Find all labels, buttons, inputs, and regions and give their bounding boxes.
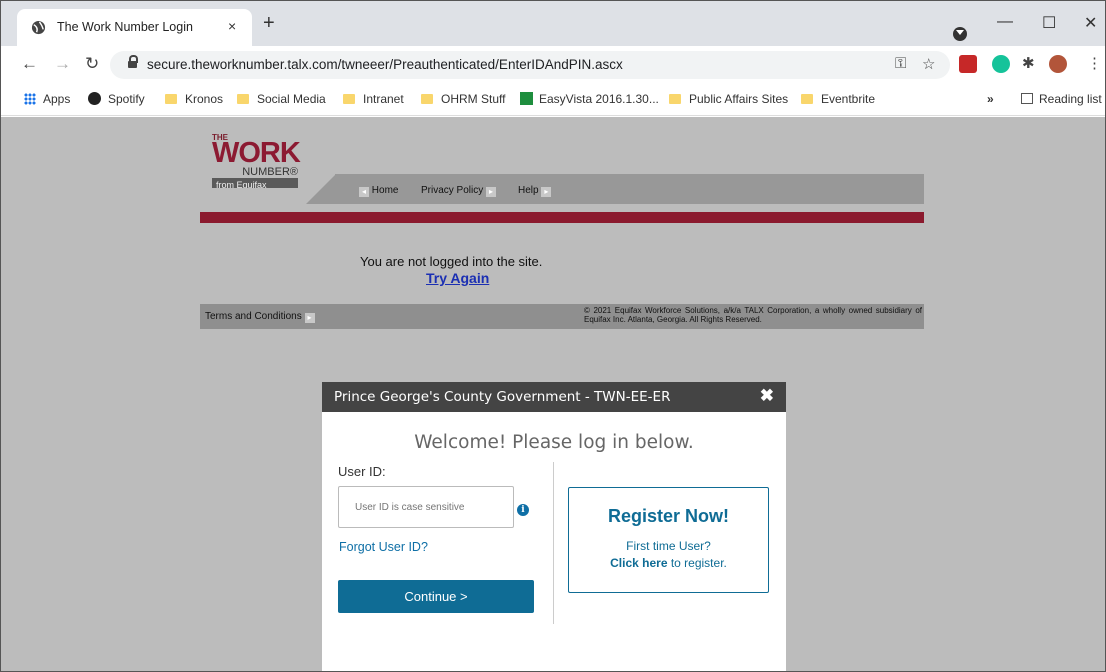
tab-strip: The Work Number Login × + — ☐ ✕	[1, 1, 1105, 46]
bookmark-apps[interactable]: Apps	[24, 92, 70, 106]
url-text: secure.theworknumber.talx.com/twneeer/Pr…	[147, 57, 623, 72]
nav-home[interactable]: ◂ Home	[359, 185, 398, 197]
not-logged-message: You are not logged into the site.	[360, 254, 543, 269]
pdf-extension-icon[interactable]	[959, 55, 977, 73]
arrow-right-icon: ▸	[304, 313, 315, 323]
bookmarks-overflow-icon[interactable]: »	[987, 92, 994, 106]
bookmark-easyvista[interactable]: EasyVista 2016.1.30...	[520, 92, 659, 106]
register-link-text: Click here to register.	[610, 556, 727, 570]
brand-divider	[200, 212, 924, 223]
kebab-menu-icon[interactable]: ⋮	[1087, 54, 1102, 72]
folder-icon	[421, 94, 433, 104]
first-time-text: First time User?	[626, 539, 711, 553]
bookmark-star-icon[interactable]: ☆	[922, 55, 935, 73]
nav-help[interactable]: Help ▸	[518, 185, 552, 197]
maximize-button[interactable]: ☐	[1042, 13, 1056, 33]
new-tab-button[interactable]: +	[263, 13, 275, 33]
modal-header: Prince George's County Government - TWN-…	[322, 382, 786, 412]
page-viewport: THE WORK NUMBER® from Equifax ◂ Home Pri…	[1, 117, 1105, 671]
avatar[interactable]	[1049, 55, 1067, 73]
apps-grid-icon	[24, 93, 36, 105]
continue-button[interactable]: Continue >	[338, 580, 534, 613]
spotify-icon	[88, 92, 101, 105]
folder-icon	[237, 94, 249, 104]
forgot-user-id-link[interactable]: Forgot User ID?	[339, 540, 428, 554]
bookmark-ohrm-stuff[interactable]: OHRM Stuff	[421, 92, 505, 106]
folder-icon	[343, 94, 355, 104]
user-id-input[interactable]	[338, 486, 514, 528]
reading-list-button[interactable]: Reading list	[1021, 92, 1102, 106]
login-modal: Prince George's County Government - TWN-…	[322, 382, 786, 671]
register-title: Register Now!	[607, 506, 730, 526]
bookmark-kronos[interactable]: Kronos	[165, 92, 223, 106]
bookmark-intranet[interactable]: Intranet	[343, 92, 404, 106]
try-again-link[interactable]: Try Again	[426, 270, 489, 286]
browser-tab[interactable]: The Work Number Login ×	[17, 9, 252, 46]
grammarly-extension-icon[interactable]	[992, 55, 1010, 73]
work-number-logo: THE WORK NUMBER® from Equifax	[212, 133, 301, 192]
reload-icon[interactable]: ↻	[85, 54, 99, 74]
register-box[interactable]: Register Now! First time User? Click her…	[568, 487, 769, 593]
reading-list-icon	[1021, 93, 1033, 104]
lock-icon	[128, 55, 138, 70]
copyright-text: © 2021 Equifax Workforce Solutions, a/k/…	[584, 306, 922, 324]
minimize-button[interactable]: —	[997, 13, 1013, 31]
bookmark-public-affairs[interactable]: Public Affairs Sites	[669, 92, 788, 106]
nav-privacy-policy[interactable]: Privacy Policy ▸	[421, 185, 497, 197]
bookmarks-bar: Apps Spotify Kronos Social Media Intrane…	[1, 85, 1105, 116]
modal-title: Prince George's County Government - TWN-…	[334, 389, 671, 405]
header-nav-bar: ◂ Home Privacy Policy ▸ Help ▸	[335, 174, 924, 204]
profile-menu-icon[interactable]	[953, 27, 967, 41]
bookmark-social-media[interactable]: Social Media	[237, 92, 326, 106]
footer-bar: Terms and Conditions ▸ © 2021 Equifax Wo…	[200, 304, 924, 329]
close-tab-icon[interactable]: ×	[228, 18, 236, 34]
click-here-link[interactable]: Click here	[610, 556, 667, 570]
browser-toolbar: ← → ↻ secure.theworknumber.talx.com/twne…	[1, 46, 1105, 85]
puzzle-extensions-icon[interactable]: ✱	[1022, 54, 1035, 72]
welcome-heading: Welcome! Please log in below.	[414, 432, 694, 453]
bookmark-eventbrite[interactable]: Eventbrite	[801, 92, 875, 106]
close-icon[interactable]: ✖	[760, 386, 774, 406]
arrow-right-icon: ▸	[486, 187, 497, 197]
back-arrow-icon[interactable]: ←	[21, 54, 38, 74]
folder-icon	[165, 94, 177, 104]
user-id-label: User ID:	[338, 464, 386, 479]
bookmark-spotify[interactable]: Spotify	[88, 92, 145, 106]
folder-icon	[669, 94, 681, 104]
terms-link[interactable]: Terms and Conditions ▸	[205, 311, 315, 323]
header-bar-left	[200, 188, 306, 204]
header-bar-slant	[306, 174, 336, 204]
easyvista-icon	[520, 92, 533, 105]
folder-icon	[801, 94, 813, 104]
arrow-left-icon: ◂	[359, 187, 369, 197]
globe-icon	[31, 20, 46, 35]
key-icon[interactable]: ⚿	[895, 55, 906, 72]
tab-title: The Work Number Login	[57, 20, 193, 34]
info-icon[interactable]: i	[517, 504, 529, 516]
column-divider	[553, 462, 554, 624]
window-close-button[interactable]: ✕	[1084, 13, 1097, 33]
browser-window: The Work Number Login × + — ☐ ✕ ← → ↻ se…	[0, 0, 1106, 672]
forward-arrow-icon[interactable]: →	[54, 54, 71, 74]
address-bar[interactable]: secure.theworknumber.talx.com/twneeer/Pr…	[110, 51, 950, 79]
arrow-right-icon: ▸	[541, 187, 552, 197]
